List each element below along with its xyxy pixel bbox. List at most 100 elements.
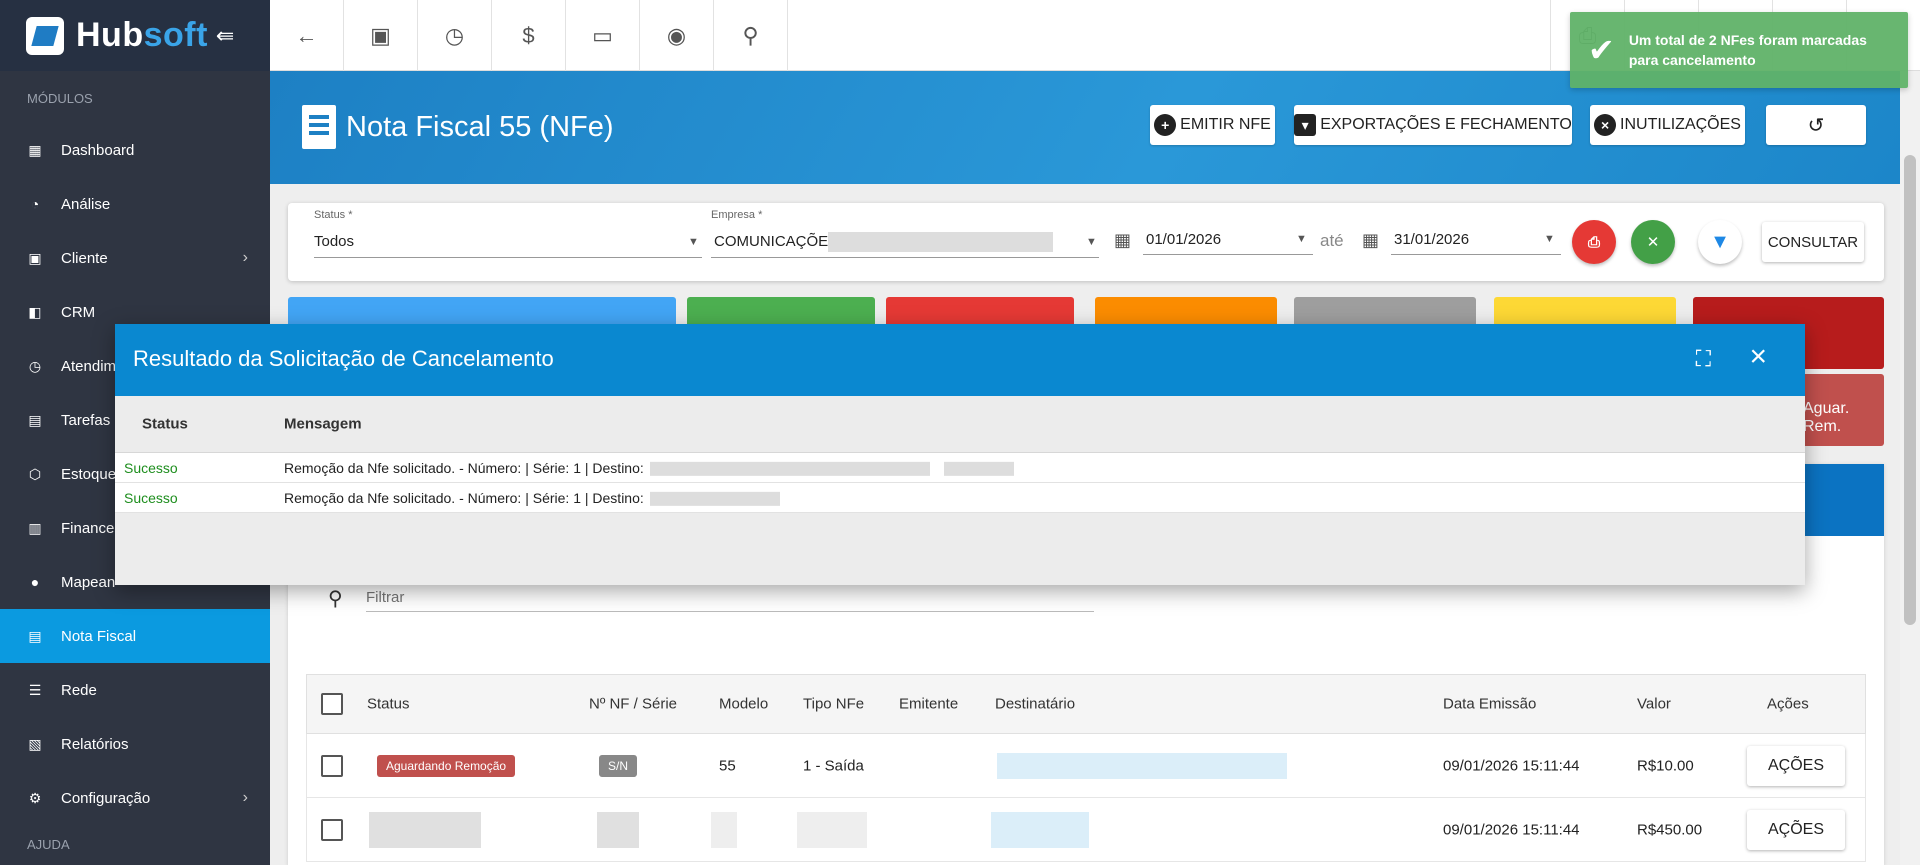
filter-button[interactable]: ▼ [1698, 220, 1742, 264]
plus-circle-icon: + [1154, 114, 1177, 136]
report-icon: ▧ [28, 735, 42, 752]
chevron-right-icon: › [242, 249, 248, 266]
redacted-modelo [711, 811, 737, 848]
modal-row: Sucesso Remoção da Nfe solicitado. - Núm… [115, 453, 1805, 483]
ate-label: até [1320, 231, 1344, 250]
redacted-destinatario [991, 811, 1089, 848]
schedule-button[interactable]: ◷ [418, 0, 492, 71]
map-pin-icon: ● [30, 574, 40, 590]
consultar-button[interactable]: CONSULTAR [1762, 222, 1864, 262]
export-pdf-button[interactable]: ⎙ [1572, 220, 1616, 264]
row-checkbox[interactable] [321, 754, 343, 777]
modal-title: Resultado da Solicitação de Cancelamento [133, 346, 554, 371]
scrollbar-thumb[interactable] [1904, 155, 1916, 625]
excel-icon: ✕ [1646, 234, 1660, 251]
success-toast[interactable]: ✔ Um total de 2 NFes foram marcadas para… [1570, 12, 1908, 88]
finance-icon: ▥ [28, 519, 42, 536]
emitir-nfe-button[interactable]: + EMITIR NFE [1150, 105, 1275, 145]
section-modulos: MÓDULOS [27, 91, 93, 106]
date-to-value: 31/01/2026 [1394, 231, 1470, 248]
brand-name: Hubsoft [76, 16, 208, 54]
calendar-icon[interactable]: ▦ [1114, 230, 1131, 251]
view-button[interactable]: ◉ [640, 0, 714, 71]
select-all-checkbox[interactable] [321, 693, 343, 715]
empresa-value: COMUNICAÇÕES [714, 233, 839, 250]
modal-table-header: Status Mensagem [115, 396, 1805, 453]
close-circle-icon: × [1594, 114, 1617, 136]
contact-card-icon: ▣ [370, 22, 391, 48]
caret-down-icon: ▼ [1086, 236, 1097, 248]
sidebar-item-nota-fiscal[interactable]: ▤ Nota Fiscal [0, 609, 270, 663]
date-from-value: 01/01/2026 [1146, 231, 1222, 248]
tasks-icon: ▤ [28, 411, 42, 428]
card-aguar-label: Aguar. Rem. [1803, 400, 1850, 435]
redacted-destinatario [997, 752, 1287, 779]
dollar-icon: $ [522, 22, 535, 48]
search-icon: ⚲ [742, 22, 759, 48]
filtrar-input[interactable] [366, 584, 1094, 612]
table-row: Aguardando Remoção S/N 55 1 - Saída 09/0… [306, 734, 1866, 798]
redacted-destino [649, 491, 780, 506]
redacted-numero [597, 811, 639, 848]
sidebar-item-cliente[interactable]: ▣ Cliente › [0, 231, 270, 285]
pie-chart-icon: ◔ [30, 196, 40, 212]
gear-icon: ⚙ [28, 789, 42, 806]
sidebar-item-rede[interactable]: ☰ Rede [0, 663, 270, 717]
hubsoft-logo-icon [26, 16, 64, 55]
sidebar-item-relatorios[interactable]: ▧ Relatórios [0, 717, 270, 771]
sidebar-item-configuracao[interactable]: ⚙ Configuração › [0, 771, 270, 825]
table-row: 09/01/2026 15:11:44 R$450.00 AÇÕES [306, 798, 1866, 862]
arrow-left-icon: ← [295, 22, 318, 48]
terminal-button[interactable]: ▭ [566, 0, 640, 71]
redacted-destino [649, 461, 930, 476]
toast-message: Um total de 2 NFes foram marcadas para c… [1628, 32, 1867, 68]
row-message: Remoção da Nfe solicitado. - Número: | S… [284, 489, 780, 506]
status-value: Todos [314, 233, 355, 250]
crm-icon: ◧ [28, 303, 42, 320]
archive-icon: ▾ [1294, 114, 1317, 136]
nfe-table: Status Nº NF / Série Modelo Tipo NFe Emi… [306, 674, 1866, 862]
exportacoes-button[interactable]: ▾ EXPORTAÇÕES E FECHAMENTO [1294, 105, 1572, 145]
scrollbar[interactable] [1900, 71, 1920, 865]
network-icon: ☰ [28, 681, 42, 698]
acoes-button[interactable]: AÇÕES [1747, 746, 1845, 786]
close-icon[interactable]: × [1749, 340, 1767, 374]
finance-button[interactable]: $ [492, 0, 566, 71]
search-icon: ⚲ [328, 588, 343, 610]
redacted-destino [943, 461, 1014, 476]
back-button[interactable]: ← [270, 0, 344, 71]
export-excel-button[interactable]: ✕ [1631, 220, 1675, 264]
table-header: Status Nº NF / Série Modelo Tipo NFe Emi… [306, 674, 1866, 734]
history-button[interactable]: ↺ [1766, 105, 1866, 145]
eye-icon: ◉ [666, 22, 687, 48]
sidebar-item-dashboard[interactable]: ▦ Dashboard [0, 123, 270, 177]
contact-icon: ▣ [28, 249, 42, 266]
row-message: Remoção da Nfe solicitado. - Número: | S… [284, 459, 1014, 476]
sidebar-item-analise[interactable]: ◔ Análise [0, 177, 270, 231]
page-title: Nota Fiscal 55 (NFe) [302, 105, 614, 149]
expand-icon[interactable]: ⛶ [1696, 346, 1711, 372]
status-label: Status * [314, 209, 353, 221]
section-ajuda: AJUDA [27, 837, 70, 852]
cancel-result-modal: Resultado da Solicitação de Cancelamento… [115, 324, 1805, 585]
filter-card: Status * Todos ▼ Empresa * COMUNICAÇÕES … [288, 203, 1884, 281]
box-icon: ⬡ [28, 465, 42, 482]
modal-header: Resultado da Solicitação de Cancelamento… [115, 324, 1805, 396]
search-button[interactable]: ⚲ [714, 0, 788, 71]
row-checkbox[interactable] [321, 818, 343, 841]
status-success: Sucesso [124, 489, 178, 506]
collapse-menu-icon[interactable]: ⇚ [216, 23, 234, 49]
filter-icon: ▼ [1710, 230, 1730, 253]
logo-bar: Hubsoft ⇚ [0, 0, 270, 71]
redacted-status [369, 811, 481, 848]
dashboard-icon: ▦ [28, 141, 42, 158]
calendar-clock-icon: ◷ [28, 357, 42, 374]
redacted-company [828, 232, 1053, 252]
caret-down-icon: ▼ [1544, 233, 1555, 245]
acoes-button[interactable]: AÇÕES [1747, 810, 1845, 850]
calendar-icon[interactable]: ▦ [1362, 230, 1379, 251]
modal-row: Sucesso Remoção da Nfe solicitado. - Núm… [115, 483, 1805, 513]
inutilizacoes-button[interactable]: × INUTILIZAÇÕES [1590, 105, 1745, 145]
contact-button[interactable]: ▣ [344, 0, 418, 71]
calendar-clock-icon: ◷ [444, 22, 465, 48]
